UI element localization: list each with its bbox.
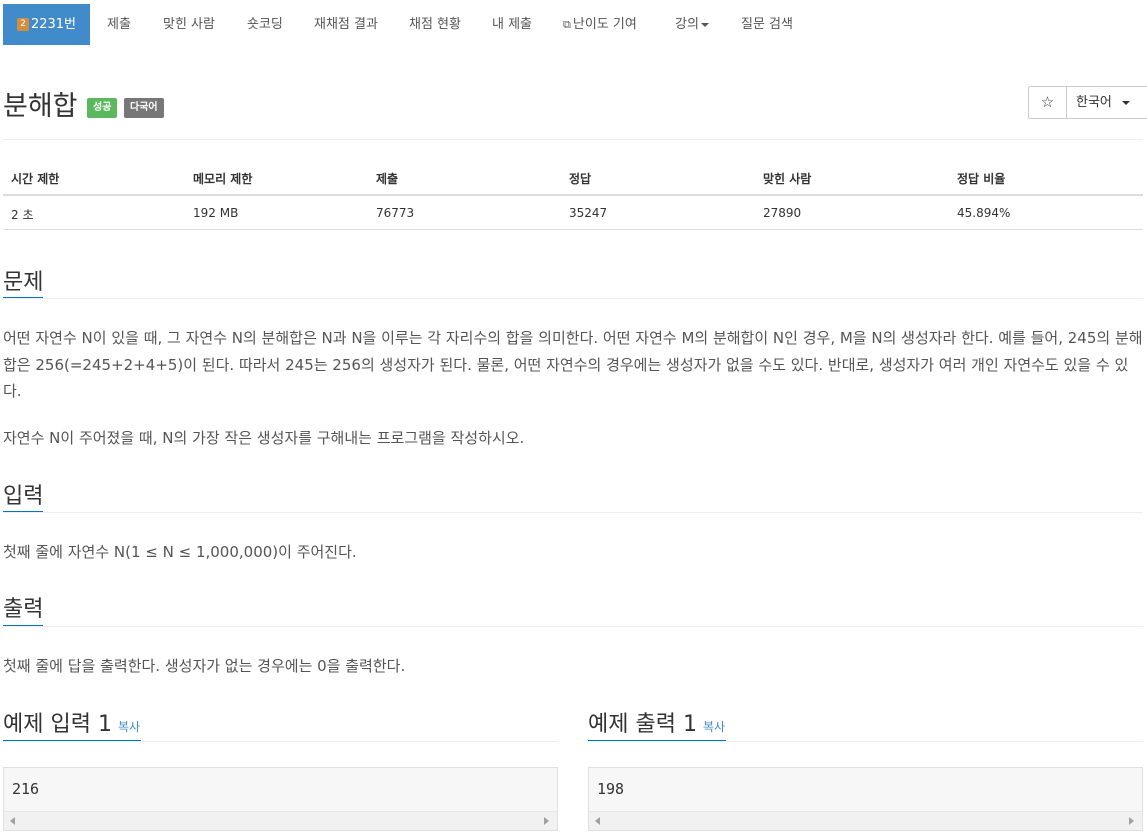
chevron-down-icon [1121, 100, 1130, 105]
header-submissions: 제출 [376, 172, 399, 186]
header-time-limit: 시간 제한 [11, 172, 60, 186]
output-heading-rule [3, 626, 1143, 627]
sample-input-box[interactable]: 216 [3, 767, 558, 831]
problem-title: 분해합 [3, 91, 78, 122]
table-bottom-rule [3, 229, 1143, 230]
sample-output-title-text: 예제 출력 1 [588, 712, 697, 737]
problem-heading-rule [3, 298, 1143, 299]
value-accepted: 35247 [569, 206, 608, 220]
scroll-left-icon[interactable] [595, 817, 600, 825]
value-solved-users: 27890 [763, 206, 802, 220]
language-select[interactable]: 한국어 [1067, 87, 1147, 118]
nav-status[interactable]: 채점 현황 [409, 4, 461, 45]
nav-question-search[interactable]: 질문 검색 [741, 4, 793, 45]
header-solved-users: 맞힌 사람 [763, 172, 812, 186]
nav-solved-users[interactable]: 맞힌 사람 [163, 4, 215, 45]
problem-description: 어떤 자연수 N이 있을 때, 그 자연수 N의 분해합은 N과 N을 이루는 … [3, 329, 1143, 400]
sample-output-title: 예제 출력 1 복사 [588, 706, 725, 738]
table-header-rule [3, 194, 1143, 196]
nav-lectures-label: 강의 [675, 17, 699, 32]
nav-difficulty-contribute[interactable]: ⧉ 난이도 기여 [563, 4, 637, 45]
nav-short-coding[interactable]: 숏코딩 [247, 4, 283, 45]
copy-sample-output-button[interactable]: 복사 [703, 720, 725, 734]
output-heading: 출력 [3, 597, 44, 622]
input-description: 첫째 줄에 자연수 N(1 ≤ N ≤ 1,000,000)이 주어진다. [3, 543, 357, 561]
value-time-limit: 2 초 [11, 208, 34, 222]
scroll-left-icon[interactable] [10, 817, 15, 825]
star-icon[interactable]: ☆ [1029, 87, 1067, 118]
sample-input-title: 예제 입력 1 복사 [3, 706, 140, 738]
tier-badge-icon: 2 [16, 18, 29, 31]
nav-difficulty-label: 난이도 기여 [572, 17, 637, 32]
language-badge: 다국어 [124, 98, 164, 118]
sample-output-rule [588, 741, 1143, 742]
header-accept-ratio: 정답 비율 [957, 172, 1006, 186]
nav-problem-number[interactable]: 2 2231번 [3, 4, 90, 45]
problem-heading: 문제 [3, 270, 44, 295]
scroll-right-icon[interactable] [1129, 817, 1134, 825]
sample-output-box[interactable]: 198 [588, 767, 1143, 831]
input-heading: 입력 [3, 484, 44, 509]
sample-output-value: 198 [597, 780, 625, 798]
value-accept-ratio: 45.894% [957, 206, 1011, 220]
sample-output-scrollbar[interactable] [589, 811, 1142, 830]
caret-down-icon [700, 22, 709, 27]
problem-task: 자연수 N이 주어졌을 때, N의 가장 작은 생성자를 구해내는 프로그램을 … [3, 429, 525, 447]
header-accepted: 정답 [569, 172, 592, 186]
scroll-right-icon[interactable] [544, 817, 549, 825]
title-divider [3, 139, 1143, 140]
sample-input-scrollbar[interactable] [4, 811, 557, 830]
title-button-group: ☆ 한국어 [1028, 86, 1147, 119]
sample-input-rule [3, 741, 558, 742]
value-memory-limit: 192 MB [193, 206, 239, 220]
sample-input-value: 216 [12, 780, 40, 798]
problem-number-label: 2231번 [30, 17, 77, 32]
status-badge: 성공 [87, 98, 118, 118]
sample-input-title-text: 예제 입력 1 [3, 712, 112, 737]
external-link-icon: ⧉ [563, 18, 571, 31]
header-memory-limit: 메모리 제한 [193, 172, 253, 186]
language-select-value: 한국어 [1076, 95, 1112, 110]
nav-rejudge-results[interactable]: 재채점 결과 [314, 4, 378, 45]
nav-my-submissions[interactable]: 내 제출 [492, 4, 532, 45]
copy-sample-input-button[interactable]: 복사 [118, 720, 140, 734]
nav-lectures-dropdown[interactable]: 강의 [675, 4, 709, 45]
nav-submit[interactable]: 제출 [107, 4, 131, 45]
output-description: 첫째 줄에 답을 출력한다. 생성자가 없는 경우에는 0을 출력한다. [3, 657, 406, 675]
value-submissions: 76773 [376, 206, 415, 220]
input-heading-rule [3, 512, 1143, 513]
top-nav: 2 2231번 제출 맞힌 사람 숏코딩 재채점 결과 채점 현황 내 제출 ⧉ 난… [0, 0, 1147, 46]
